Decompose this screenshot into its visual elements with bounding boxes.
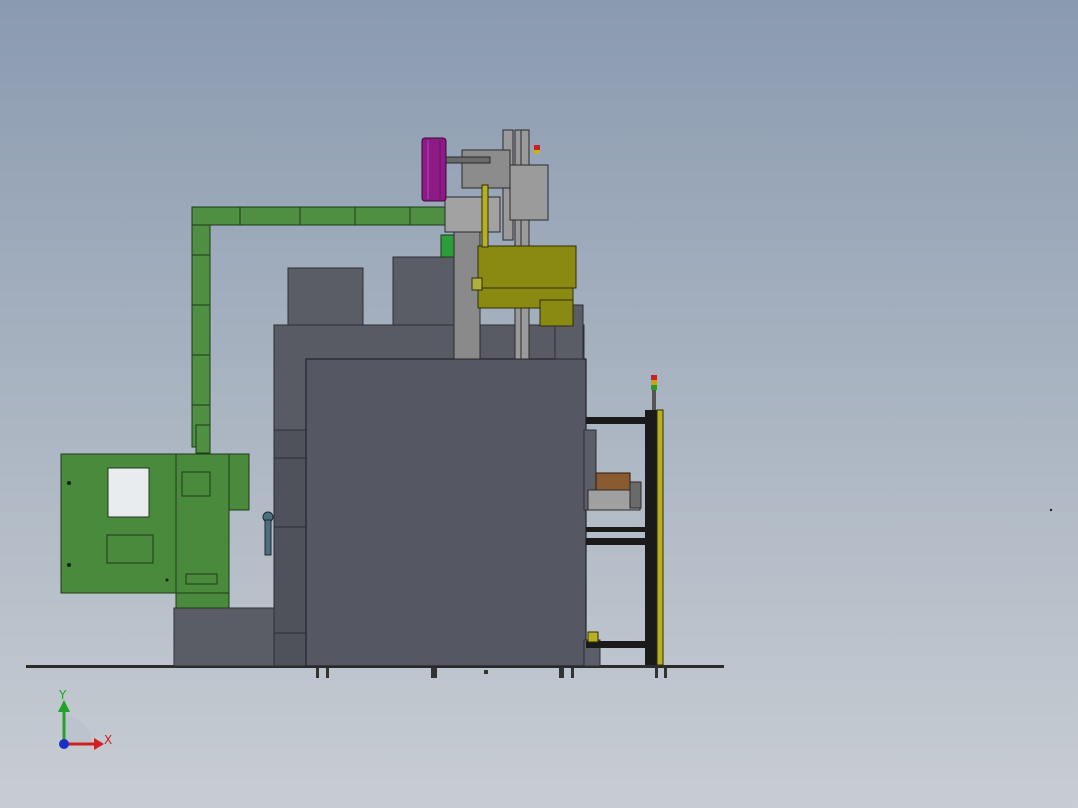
cad-viewport[interactable]: Y X (0, 0, 1078, 808)
tower-light (651, 375, 657, 410)
control-cabinet (60, 453, 250, 609)
y-axis-label: Y (58, 688, 67, 702)
leveling-feet (316, 668, 667, 678)
right-frame (586, 409, 664, 666)
left-base-block (173, 607, 275, 667)
coordinate-triad[interactable]: Y X (58, 688, 112, 750)
x-axis-label: X (104, 733, 112, 747)
stray-point (1049, 508, 1053, 512)
tape-reel (421, 137, 447, 202)
top-indicator (534, 145, 540, 154)
front-door-panel (305, 358, 587, 667)
side-knob (262, 511, 274, 556)
assembly-drawing[interactable]: Y X (0, 0, 1078, 808)
